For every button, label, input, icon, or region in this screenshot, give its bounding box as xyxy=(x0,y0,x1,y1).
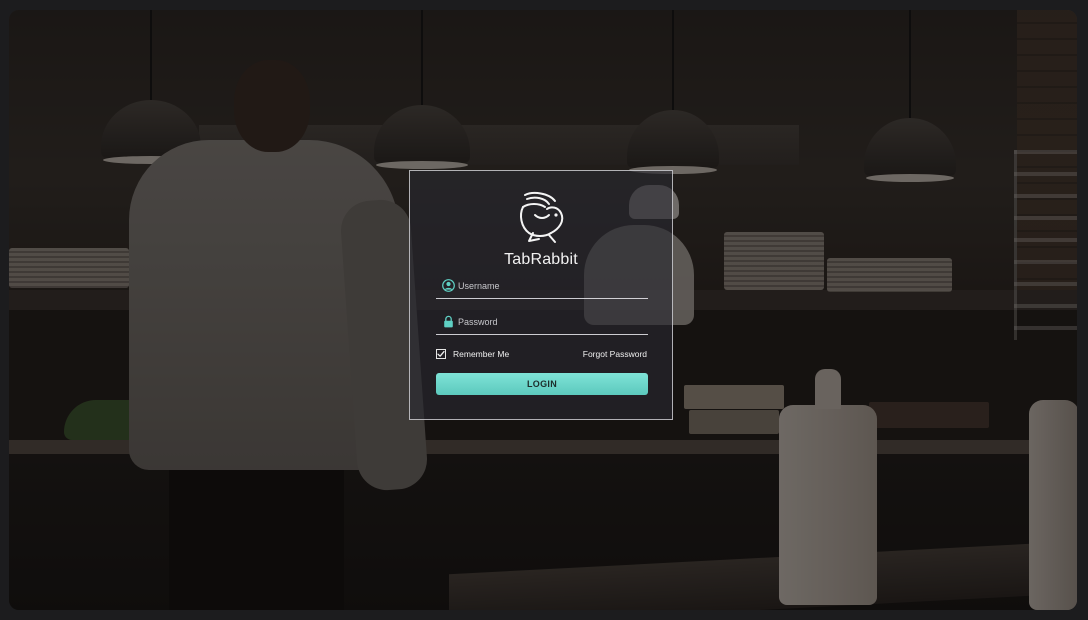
checkbox-box[interactable] xyxy=(436,349,446,359)
forgot-password-link[interactable]: Forgot Password xyxy=(583,349,647,359)
remember-me-checkbox[interactable]: Remember Me xyxy=(436,348,509,360)
login-card: TabRabbit Remember Me Forg xyxy=(409,170,673,420)
username-field[interactable] xyxy=(436,276,648,299)
user-icon xyxy=(442,279,455,292)
brand-name: TabRabbit xyxy=(504,251,578,268)
checkmark-icon xyxy=(437,350,445,357)
password-input[interactable] xyxy=(458,314,643,330)
remember-me-label: Remember Me xyxy=(453,349,510,359)
password-field[interactable] xyxy=(436,312,648,335)
lock-icon xyxy=(444,315,453,328)
rabbit-logo-icon xyxy=(520,192,564,243)
login-window: TabRabbit Remember Me Forg xyxy=(9,10,1077,610)
username-input[interactable] xyxy=(458,278,643,294)
login-button[interactable]: LOGIN xyxy=(436,373,648,395)
